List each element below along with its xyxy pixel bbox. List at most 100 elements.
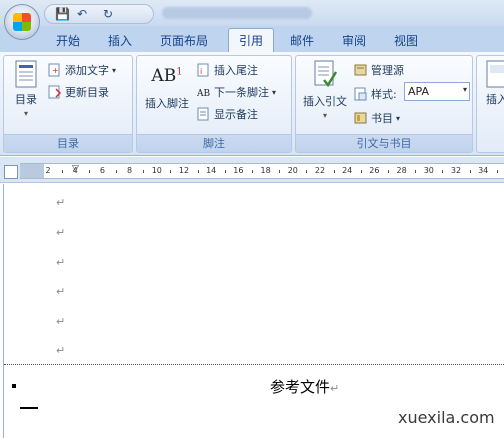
paragraph-mark: ↵ [56, 285, 66, 298]
manage-sources-icon [354, 64, 367, 76]
ruler-number: 34 [478, 166, 489, 175]
tab-home[interactable]: 开始 [56, 32, 80, 49]
svg-text:+: + [52, 66, 59, 75]
ruler-tick [61, 170, 63, 173]
toc-button[interactable]: 目录 ▾ [8, 60, 44, 118]
ruler-number: 8 [127, 166, 133, 175]
update-toc-icon [48, 85, 62, 99]
insert-endnote-button[interactable]: i 插入尾注 [197, 62, 258, 78]
chevron-down-icon: ▾ [462, 85, 467, 94]
document-area[interactable]: ↵ ↵ ↵ ↵ ↵ ↵ 参考文件↵ xuexila.com [0, 184, 504, 438]
tab-references[interactable]: 引用 [228, 28, 275, 52]
endnote-icon: i [197, 63, 209, 77]
references-heading-text: 参考文件 [270, 378, 331, 396]
ruler-number: 6 [99, 166, 105, 175]
bibliography-label: 书目 [371, 112, 393, 125]
blurred-window-title [162, 7, 312, 19]
insert-footnote-label: 插入脚注 [145, 97, 189, 110]
bibliography-button[interactable]: 书目 ▾ [354, 110, 400, 126]
update-toc-button[interactable]: 更新目录 [48, 84, 109, 100]
save-icon[interactable]: 💾 [55, 7, 70, 21]
ruler-tick [197, 170, 199, 173]
ruler-tick [279, 170, 281, 173]
ribbon: 目录 ▾ + 添加文字 ▾ 更新目录 目录 AB1 插入脚注 i 插入尾注 AB… [0, 52, 504, 156]
paragraph-mark: ↵ [56, 315, 66, 328]
ruler-tick [496, 170, 498, 173]
page-edge [3, 184, 4, 438]
tab-mailings[interactable]: 邮件 [290, 32, 314, 49]
style-dropdown[interactable]: APA ▾ [404, 82, 470, 101]
show-notes-label: 显示备注 [214, 108, 258, 121]
toc-label: 目录 [15, 93, 37, 106]
chevron-down-icon: ▾ [272, 87, 277, 97]
svg-text:AB: AB [197, 89, 210, 99]
ruler-tick [333, 170, 335, 173]
ruler-number: 16 [233, 166, 244, 175]
group-toc: 目录 ▾ + 添加文字 ▾ 更新目录 目录 [3, 55, 133, 153]
ruler-number: 18 [260, 166, 271, 175]
ruler-number: 26 [369, 166, 380, 175]
paragraph-mark: ↵ [56, 196, 66, 209]
title-bar: 💾 ↶ ↻ [0, 0, 504, 26]
undo-icon[interactable]: ↶ [77, 7, 87, 21]
ruler-tick [224, 170, 226, 173]
ruler-number: 4 [72, 166, 78, 175]
ruler-tick [116, 170, 117, 173]
ruler-number: 12 [178, 166, 190, 175]
tab-insert[interactable]: 插入 [108, 32, 132, 49]
ruler-number: 2 [45, 166, 51, 175]
svg-text:i: i [200, 67, 202, 76]
tab-selector[interactable] [4, 165, 18, 179]
style-icon [354, 87, 367, 101]
bibliography-icon [354, 112, 367, 124]
ruler-number: 28 [396, 166, 407, 175]
tab-view[interactable]: 视图 [394, 32, 418, 49]
chevron-down-icon: ▾ [23, 109, 28, 118]
chevron-down-icon: ▾ [322, 111, 327, 120]
references-heading[interactable]: 参考文件↵ [270, 376, 339, 397]
add-text-button[interactable]: + 添加文字 ▾ [48, 62, 116, 78]
office-button[interactable] [4, 4, 40, 40]
ribbon-tabs: 开始 插入 页面布局 引用 邮件 审阅 视图 [0, 26, 504, 52]
office-logo-icon [13, 13, 31, 31]
redo-icon[interactable]: ↻ [103, 7, 113, 21]
ruler-bar: ▽ 2 4 6 8 10 12 14 16 18 20 22 24 26 28 30 32 34 [0, 157, 504, 183]
insert-endnote-label: 插入尾注 [214, 64, 258, 77]
ruler-number: 10 [151, 166, 162, 175]
horizontal-ruler[interactable]: ▽ 2 4 6 8 10 12 14 16 18 20 22 24 26 28 30 32 34 [20, 163, 504, 179]
group-captions-partial: 插入 [476, 55, 504, 153]
tab-review[interactable]: 审阅 [342, 32, 366, 49]
tab-page-layout[interactable]: 页面布局 [160, 32, 208, 49]
paragraph-mark: ↵ [330, 382, 340, 395]
insert-citation-icon [314, 60, 338, 88]
style-label-button: 样式: [354, 86, 397, 102]
ruler-tick [415, 170, 417, 173]
ruler-tick [306, 170, 308, 173]
manage-sources-button[interactable]: 管理源 [354, 62, 404, 78]
toc-icon [15, 60, 37, 88]
insert-citation-button[interactable]: 插入引文 ▾ [300, 60, 350, 120]
ruler-tick [170, 170, 172, 173]
insert-footnote-button[interactable]: AB1 插入脚注 [141, 66, 193, 111]
style-label: 样式: [371, 88, 397, 101]
next-footnote-button[interactable]: AB 下一条脚注 ▾ [197, 84, 276, 100]
ruler-tick [143, 170, 145, 173]
style-dropdown-value: APA [408, 85, 429, 98]
show-notes-button[interactable]: 显示备注 [197, 106, 258, 122]
page-break-line [4, 364, 504, 365]
insert-caption-label: 插入 [486, 93, 504, 106]
ab-text: AB [151, 66, 177, 86]
caption-icon [486, 60, 504, 88]
paragraph-mark: ↵ [56, 226, 66, 239]
footnote-ab-icon: AB1 [141, 66, 193, 92]
ruler-tick [388, 170, 389, 173]
insert-caption-button[interactable]: 插入 [479, 60, 504, 107]
group-toc-label: 目录 [4, 134, 132, 152]
chevron-down-icon: ▾ [112, 65, 117, 75]
show-notes-icon [197, 107, 209, 121]
ruler-number: 32 [450, 166, 462, 175]
chevron-down-icon: ▾ [396, 113, 401, 123]
group-citations: 插入引文 ▾ 管理源 样式: 书目 ▾ 引文与书目 [295, 55, 473, 153]
group-footnotes: AB1 插入脚注 i 插入尾注 AB 下一条脚注 ▾ 显示备注 ◪ 脚注 [136, 55, 292, 153]
ruler-tick [252, 170, 253, 173]
